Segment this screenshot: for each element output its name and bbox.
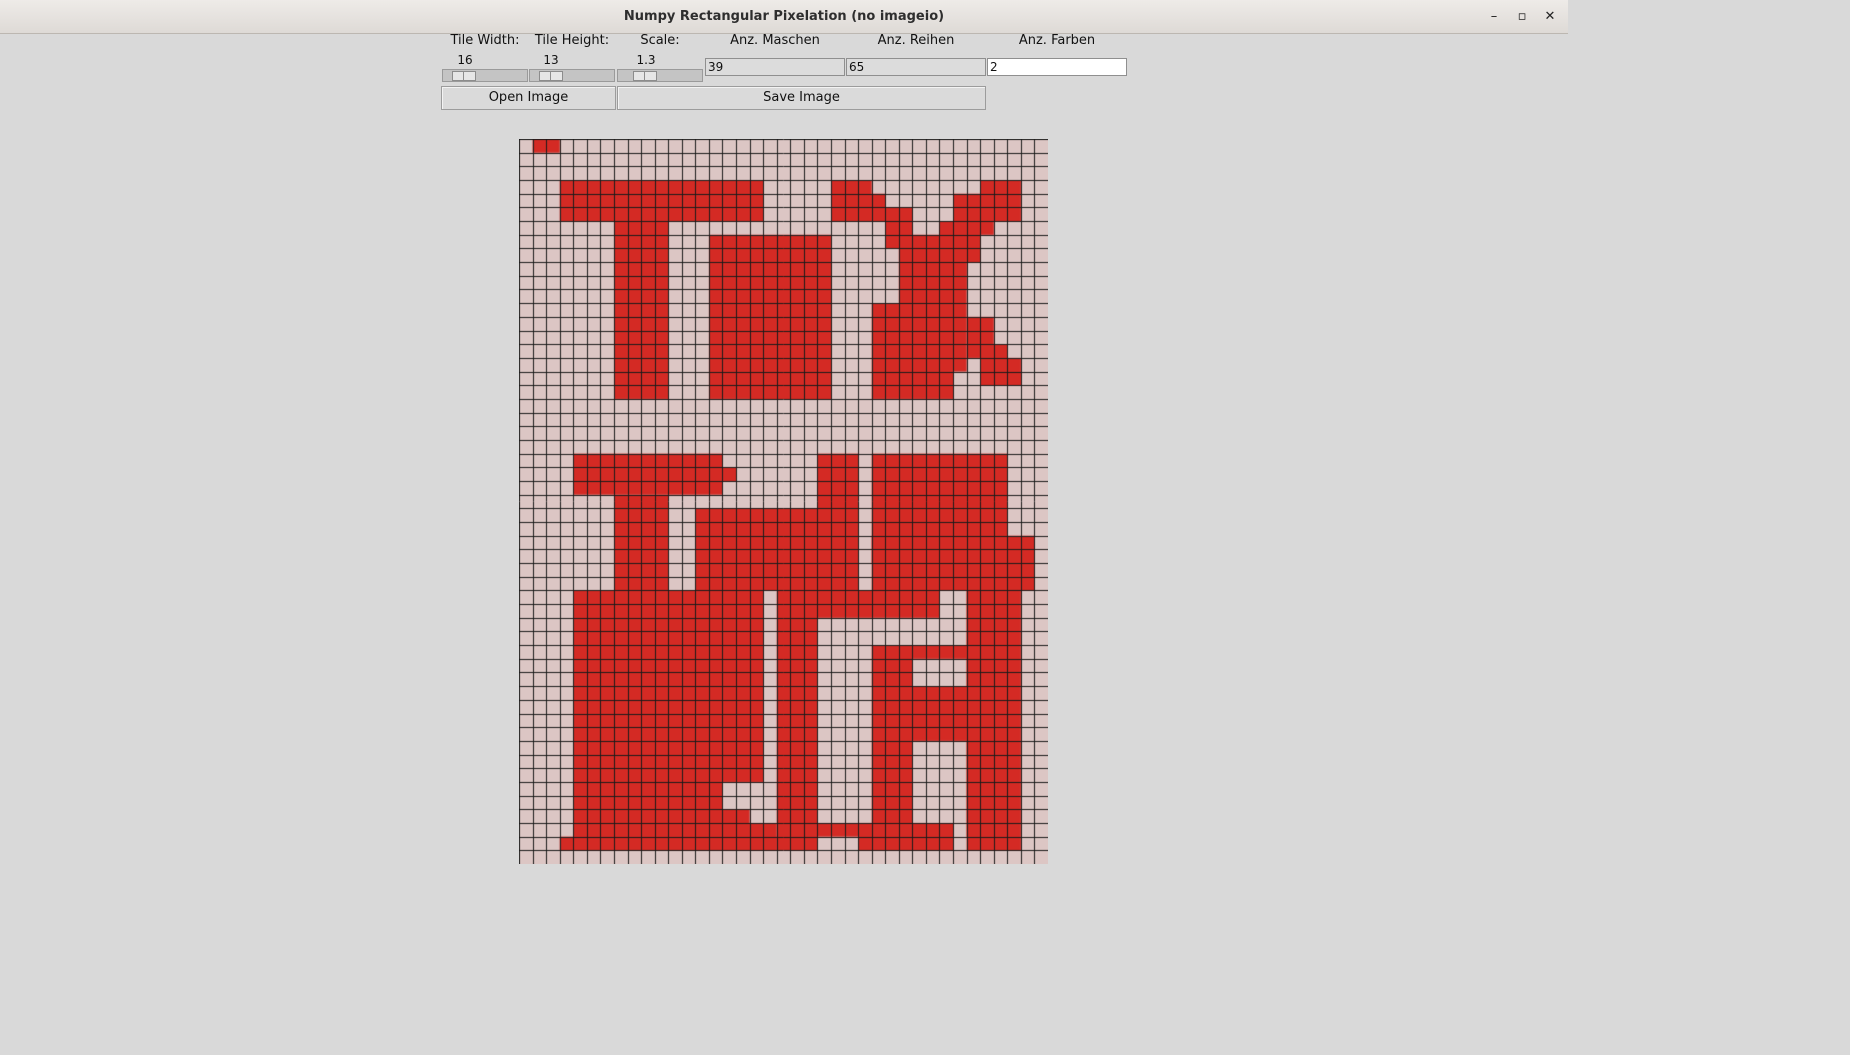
tile-width-label: Tile Width: [450, 33, 520, 48]
close-icon[interactable]: ✕ [1541, 8, 1559, 26]
pixelated-image-canvas [519, 139, 1048, 864]
tile-height-slider-handle[interactable] [539, 71, 563, 81]
tile-height-value: 13 [543, 53, 559, 67]
tile-width-slider[interactable] [442, 69, 528, 82]
title-bar: Numpy Rectangular Pixelation (no imageio… [0, 0, 1568, 34]
scale-value: 1.3 [636, 53, 656, 67]
anz-maschen-field[interactable] [705, 58, 845, 76]
open-image-button[interactable]: Open Image [441, 86, 616, 110]
scale-label: Scale: [640, 33, 680, 48]
anz-farben-label: Anz. Farben [1018, 33, 1096, 48]
maximize-icon[interactable]: ▫ [1513, 8, 1531, 26]
scale-slider-handle[interactable] [633, 71, 657, 81]
window-title: Numpy Rectangular Pixelation (no imageio… [623, 9, 945, 24]
tile-height-slider[interactable] [529, 69, 615, 82]
anz-reihen-field[interactable] [846, 58, 986, 76]
anz-reihen-label: Anz. Reihen [877, 33, 955, 48]
minimize-icon[interactable]: – [1485, 8, 1503, 26]
anz-farben-field[interactable] [987, 58, 1127, 76]
tile-height-label: Tile Height: [534, 33, 610, 48]
anz-maschen-label: Anz. Maschen [730, 33, 820, 48]
tile-width-slider-handle[interactable] [452, 71, 476, 81]
tile-width-value: 16 [457, 53, 473, 67]
save-image-button[interactable]: Save Image [617, 86, 986, 110]
scale-slider[interactable] [617, 69, 703, 82]
app-window: Numpy Rectangular Pixelation (no imageio… [0, 0, 1568, 894]
